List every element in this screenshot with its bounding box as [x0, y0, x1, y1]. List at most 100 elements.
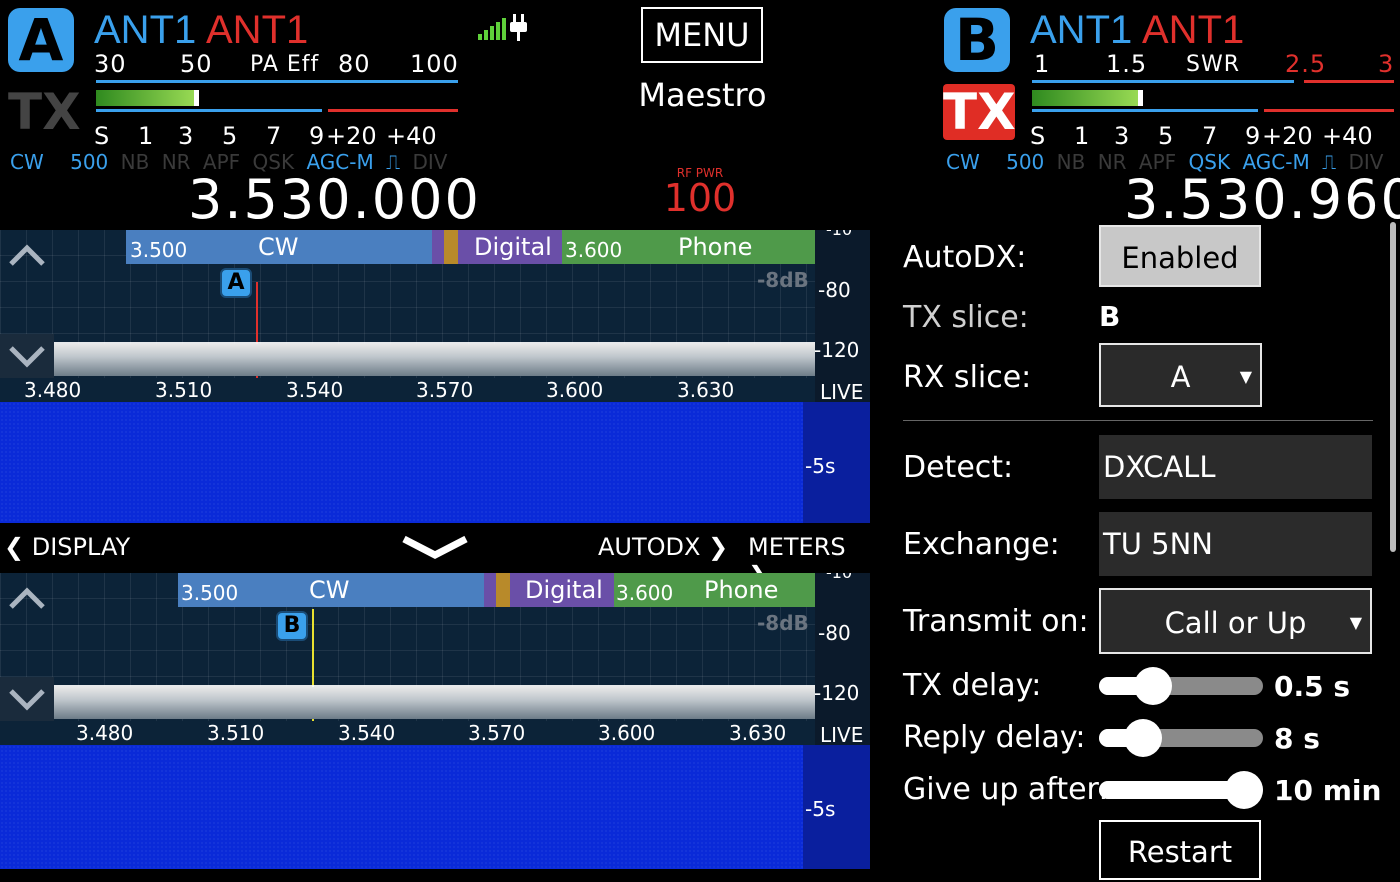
band-label-cw: CW	[309, 576, 350, 604]
nr-flag[interactable]: NR	[1098, 150, 1127, 174]
meters-nav-label: METERS	[748, 533, 846, 561]
slice-a-tx-antenna[interactable]: ANT1	[206, 8, 308, 52]
transmit-on-select[interactable]: Call or Up ▼	[1099, 588, 1372, 654]
db-scale[interactable]	[815, 230, 870, 402]
reply-delay-label: Reply delay:	[903, 720, 1086, 755]
slider-thumb[interactable]	[1134, 667, 1173, 705]
mode-label[interactable]: CW	[10, 150, 44, 174]
display-navbar: ❮ DISPLAY AUTODX ❯ METERS ❯	[0, 523, 870, 589]
autodx-nav-button[interactable]: AUTODX ❯	[598, 533, 728, 561]
frequency-axis[interactable]: 3.480 3.510 3.540 3.570 3.600 3.630	[0, 378, 815, 402]
s-scale-label: 3	[178, 122, 194, 150]
waterfall-time-scale: -5s	[803, 745, 870, 869]
autodx-label: AutoDX:	[903, 240, 1027, 275]
tick-label: 3.600	[546, 378, 604, 402]
s-scale-label: 5	[222, 122, 238, 150]
db-label: -10	[826, 230, 852, 239]
slice-b-rx-antenna[interactable]: ANT1	[1030, 8, 1132, 52]
menu-button[interactable]: MENU	[641, 7, 763, 63]
filter-label[interactable]: 500	[1006, 150, 1044, 174]
tick-label: 3.630	[677, 378, 735, 402]
s-scale-label: +40	[386, 122, 437, 150]
nb-flag[interactable]: NB	[1057, 150, 1086, 174]
exchange-label: Exchange:	[903, 527, 1060, 562]
frequency-axis[interactable]: 3.480 3.510 3.540 3.570 3.600 3.630	[0, 721, 815, 745]
autodx-nav-label: AUTODX	[598, 533, 701, 561]
slider-fill	[1099, 781, 1244, 799]
filter-label[interactable]: 500	[70, 150, 108, 174]
band-label-digital: Digital	[525, 576, 603, 604]
s-scale-label: +40	[1322, 122, 1373, 150]
exchange-input[interactable]: TU 5NN	[1099, 512, 1372, 576]
caret-down-icon: ▼	[1239, 367, 1252, 386]
radio-name: Maestro	[638, 76, 767, 114]
s-meter-fill	[1032, 90, 1141, 106]
slice-a-marker[interactable]: A	[220, 268, 252, 298]
band-label-phone: Phone	[704, 576, 779, 604]
noise-floor	[54, 344, 815, 376]
tick-label: 3.570	[468, 721, 526, 745]
slice-b-frequency[interactable]: 3.530.960	[1124, 168, 1400, 231]
band-label-cw: CW	[258, 233, 299, 261]
slice-a-badge[interactable]: A	[8, 8, 74, 72]
chevron-down-icon[interactable]	[0, 677, 54, 721]
slice-b-tx-antenna[interactable]: ANT1	[1142, 8, 1244, 52]
panel-scrollbar[interactable]	[1390, 222, 1396, 552]
gain-label: -8dB	[757, 268, 809, 292]
meter-scale-label: 30	[94, 50, 127, 78]
autodx-enabled-button[interactable]: Enabled	[1099, 225, 1261, 287]
meter-scale-label: 3	[1378, 50, 1395, 78]
db-scale[interactable]	[815, 573, 870, 745]
noise-floor	[54, 687, 815, 719]
db-label: -120	[814, 338, 860, 362]
s-scale-label: 1	[138, 122, 154, 150]
tick-label: 3.480	[76, 721, 134, 745]
s-scale-label: 3	[1114, 122, 1130, 150]
transmit-on-label: Transmit on:	[903, 604, 1089, 639]
waterfall-a[interactable]	[0, 402, 803, 523]
detect-input[interactable]: DXCALL	[1099, 435, 1372, 499]
panadapter-a[interactable]: 3.500 CW Digital 3.600 Phone A -10 -80 -…	[0, 230, 870, 402]
chevron-down-icon[interactable]	[0, 334, 54, 378]
give-up-label: Give up after:	[903, 772, 1109, 807]
waterfall-b[interactable]	[0, 745, 803, 869]
slider-thumb[interactable]	[1225, 771, 1263, 809]
slice-a-frequency[interactable]: 3.530.000	[188, 168, 481, 231]
mode-label[interactable]: CW	[946, 150, 980, 174]
nb-flag[interactable]: NB	[121, 150, 150, 174]
slice-a-tx-button[interactable]: TX	[8, 84, 81, 140]
db-label: -80	[818, 278, 851, 302]
tick-label: 3.600	[598, 721, 656, 745]
rx-slice-select[interactable]: A ▼	[1099, 343, 1262, 407]
tx-slice-label: TX slice:	[903, 300, 1029, 335]
collapse-chevron-icon[interactable]	[400, 533, 470, 569]
restart-button[interactable]: Restart	[1099, 820, 1261, 880]
panel-divider	[903, 420, 1373, 421]
slice-b-tx-button[interactable]: TX	[943, 84, 1016, 140]
s-scale-label: S	[1030, 122, 1046, 150]
s-meter-peak	[1138, 90, 1143, 106]
display-nav-button[interactable]: ❮ DISPLAY	[4, 533, 130, 561]
meter-scale-top-line	[96, 80, 458, 83]
slice-b-marker[interactable]: B	[276, 611, 308, 641]
band-segment-beacon	[444, 230, 458, 264]
slice-b-badge[interactable]: B	[944, 8, 1010, 72]
chevron-up-icon[interactable]	[0, 575, 54, 619]
tx-slice-value: B	[1099, 300, 1121, 333]
chevron-up-icon[interactable]	[0, 232, 54, 276]
nr-flag[interactable]: NR	[162, 150, 191, 174]
slice-a-rx-antenna[interactable]: ANT1	[94, 8, 196, 52]
waterfall-time-scale: -5s	[803, 402, 870, 523]
panadapter-b[interactable]: 3.500 CW Digital 3.600 Phone B -10 -80 -…	[0, 573, 870, 745]
caret-down-icon: ▼	[1349, 613, 1362, 632]
band-edge-label: 3.500	[130, 238, 188, 262]
slider-thumb[interactable]	[1124, 719, 1163, 757]
meter-scale-label: 1.5	[1106, 50, 1148, 78]
rf-power-value[interactable]: 100	[655, 176, 745, 220]
tick-label: 3.480	[24, 378, 82, 402]
band-label-phone: Phone	[678, 233, 753, 261]
rx-slice-label: RX slice:	[903, 360, 1032, 395]
meter-scale-label: 100	[410, 50, 459, 78]
meter-scale-label: 1	[1034, 50, 1051, 78]
give-up-value: 10 min	[1274, 774, 1382, 807]
